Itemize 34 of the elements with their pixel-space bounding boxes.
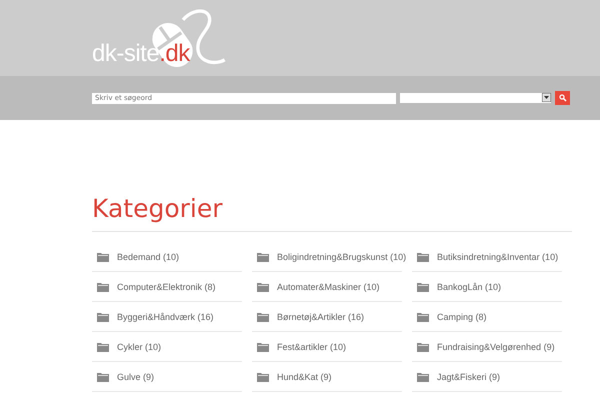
category-link[interactable]: Camping (8): [412, 302, 562, 332]
folder-icon: [417, 312, 429, 322]
folder-icon: [257, 342, 269, 352]
folder-icon: [257, 252, 269, 262]
folder-icon: [417, 372, 429, 382]
logo-domain: .dk: [159, 40, 190, 68]
folder-icon: [417, 252, 429, 262]
category-link[interactable]: BankogLån (10): [412, 272, 562, 302]
folder-icon: [257, 372, 269, 382]
folder-icon: [97, 312, 109, 322]
category-link[interactable]: Automater&Maskiner (10): [252, 272, 402, 302]
folder-icon: [97, 372, 109, 382]
dropdown-arrow-icon: [542, 93, 552, 102]
category-link[interactable]: Computer&Elektronik (8): [92, 272, 242, 302]
category-link[interactable]: Hund&Kat (9): [252, 362, 402, 392]
page-heading: Kategorier: [92, 194, 572, 232]
folder-icon: [257, 282, 269, 292]
category-link[interactable]: Butiksindretning&Inventar (10): [412, 242, 562, 272]
category-link[interactable]: Gulve (9): [92, 362, 242, 392]
category-link[interactable]: Fundraising&Velgørenhed (9): [412, 332, 562, 362]
folder-icon: [417, 282, 429, 292]
folder-icon: [257, 312, 269, 322]
search-button[interactable]: [555, 91, 570, 105]
folder-icon: [417, 342, 429, 352]
category-link[interactable]: Børnetøj&Artikler (16): [252, 302, 402, 332]
category-link[interactable]: Byggeri&Håndværk (16): [92, 302, 242, 332]
search-icon: [558, 94, 567, 102]
folder-icon: [97, 252, 109, 262]
category-link[interactable]: Fest&artikler (10): [252, 332, 402, 362]
folder-icon: [97, 342, 109, 352]
category-link[interactable]: Jagt&Fiskeri (9): [412, 362, 562, 392]
folder-icon: [97, 282, 109, 292]
category-link[interactable]: Cykler (10): [92, 332, 242, 362]
category-link[interactable]: Bedemand (10): [92, 242, 242, 272]
